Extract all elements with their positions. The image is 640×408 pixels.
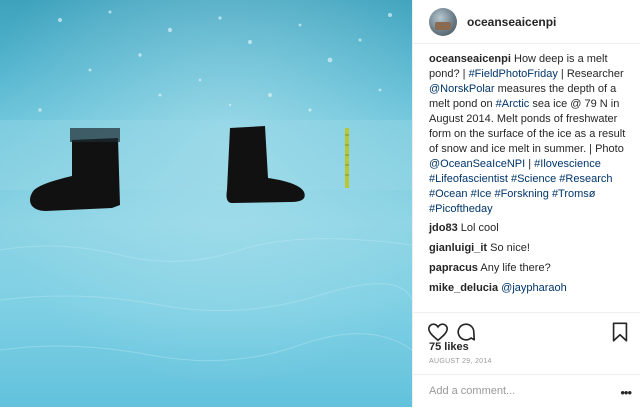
more-options-icon[interactable]: •••: [620, 385, 632, 400]
post-header: oceanseaicenpi: [413, 0, 640, 44]
hashtag-link[interactable]: #Forskning: [494, 188, 548, 200]
hashtag-link[interactable]: #Science: [511, 173, 556, 185]
post-username[interactable]: oceanseaicenpi: [467, 15, 556, 29]
comment-icon[interactable]: [455, 321, 477, 343]
instagram-post: oceanseaicenpi oceanseaicenpi How deep i…: [0, 0, 640, 407]
mention-link[interactable]: @NorskPolar: [429, 83, 495, 95]
add-comment-input[interactable]: Add a comment...: [429, 385, 515, 397]
comment-username[interactable]: gianluigi_it: [429, 242, 487, 254]
hashtag-link[interactable]: #Arctic: [496, 98, 530, 110]
heart-icon[interactable]: [427, 321, 449, 343]
hashtag-link[interactable]: #Lifeofascientist: [429, 173, 508, 185]
post-sidebar: oceanseaicenpi oceanseaicenpi How deep i…: [412, 0, 640, 407]
hashtag-link[interactable]: #Picoftheday: [429, 203, 493, 215]
comment-username[interactable]: papracus: [429, 262, 478, 274]
comments-section: oceanseaicenpi How deep is a melt pond? …: [429, 52, 631, 301]
avatar[interactable]: [429, 8, 457, 36]
bookmark-icon[interactable]: [609, 321, 631, 343]
caption-text: How deep is a melt pond? | #FieldPhotoFr…: [429, 53, 625, 215]
hashtag-link[interactable]: #Ocean: [429, 188, 468, 200]
comment-mention-link[interactable]: @jaypharaoh: [501, 282, 567, 294]
post-photo[interactable]: [0, 0, 412, 407]
like-count[interactable]: 75 likes: [429, 341, 469, 353]
comment-item: papracus Any life there?: [429, 261, 631, 276]
comment-username[interactable]: mike_delucia: [429, 282, 498, 294]
comment-username[interactable]: jdo83: [429, 222, 458, 234]
hashtag-link[interactable]: #Ice: [471, 188, 492, 200]
comment-text: Lol cool: [460, 222, 499, 234]
post-date[interactable]: AUGUST 29, 2014: [429, 358, 492, 365]
mention-link[interactable]: @OceanSeaIceNPI: [429, 158, 525, 170]
measuring-stick: [345, 128, 349, 188]
comment-text: Any life there?: [480, 262, 551, 274]
comment-text: So nice!: [490, 242, 530, 254]
caption-username[interactable]: oceanseaicenpi: [429, 53, 511, 65]
hashtag-link[interactable]: #Ilovescience: [534, 158, 601, 170]
post-caption: oceanseaicenpi How deep is a melt pond? …: [429, 52, 631, 217]
caption-text-fragment: |: [525, 158, 535, 170]
comment-item: jdo83 Lol cool: [429, 221, 631, 236]
melt-pond-scene: [0, 0, 412, 407]
hashtag-link[interactable]: #Research: [559, 173, 612, 185]
comment-item: gianluigi_it So nice!: [429, 241, 631, 256]
hashtag-link[interactable]: #Tromsø: [552, 188, 596, 200]
caption-text-fragment: | Researcher: [557, 68, 624, 80]
hashtag-link[interactable]: #FieldPhotoFriday: [469, 68, 558, 80]
add-comment-bar: Add a comment... •••: [413, 374, 640, 408]
comment-item: mike_delucia @jaypharaoh: [429, 281, 631, 296]
